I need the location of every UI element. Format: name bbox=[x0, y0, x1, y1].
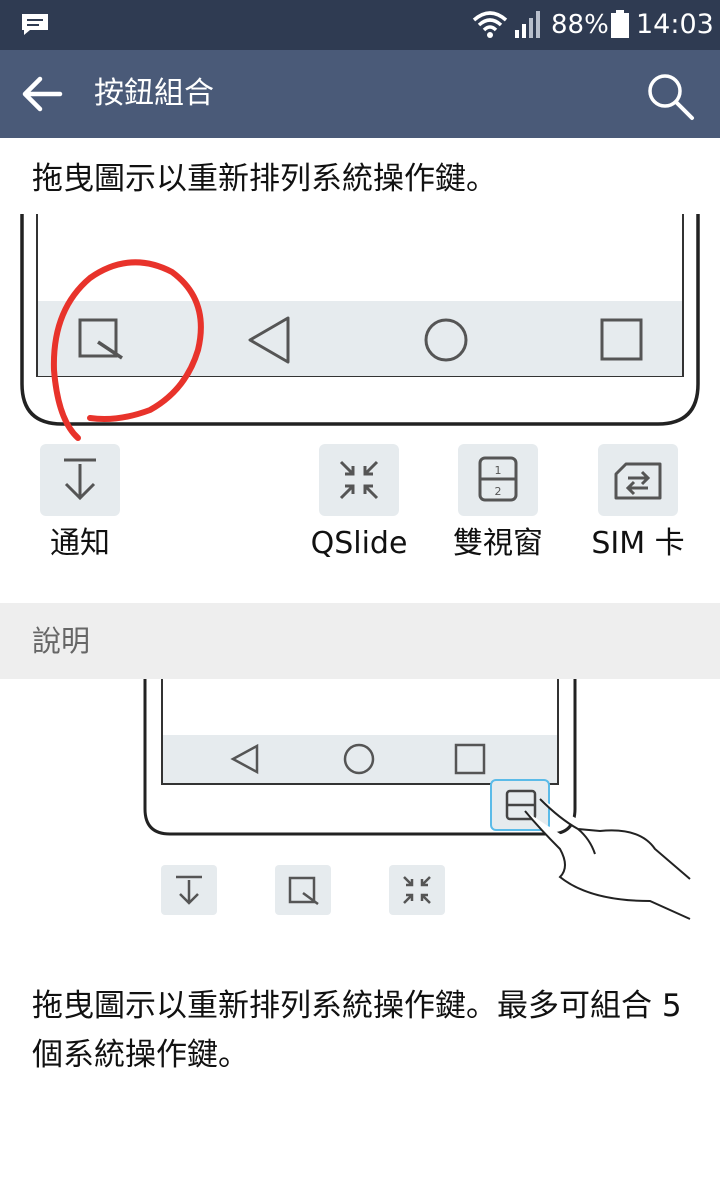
battery-percent: 88% bbox=[551, 10, 609, 40]
notification-key[interactable] bbox=[40, 444, 120, 516]
qslide-icon bbox=[339, 460, 379, 500]
intro-text: 拖曳圖示以重新排列系統操作鍵。 bbox=[32, 161, 497, 197]
sim-switch-label: SIM 卡 bbox=[591, 526, 685, 561]
page-title: 按鈕組合 bbox=[94, 76, 214, 111]
notification-label: 通知 bbox=[50, 526, 110, 561]
wifi-icon bbox=[472, 11, 508, 38]
section-header: 說明 bbox=[0, 603, 720, 679]
dual-window-label: 雙視窗 bbox=[453, 526, 543, 561]
app-bar: 按鈕組合 bbox=[0, 50, 720, 138]
sim-switch-icon bbox=[614, 462, 662, 500]
qslide-key[interactable] bbox=[319, 444, 399, 516]
svg-text:1: 1 bbox=[495, 464, 502, 477]
clock: 14:03 bbox=[636, 9, 714, 40]
section-title: 說明 bbox=[32, 624, 91, 658]
description-text: 拖曳圖示以重新排列系統操作鍵。最多可組合 5 個系統操作鍵。 bbox=[32, 988, 682, 1073]
dual-window-key[interactable]: 1 2 bbox=[458, 444, 538, 516]
svg-text:2: 2 bbox=[495, 485, 502, 498]
battery-icon bbox=[611, 10, 629, 38]
status-bar: 88% 14:03 bbox=[0, 0, 720, 50]
search-icon[interactable] bbox=[644, 70, 696, 122]
back-arrow-icon[interactable] bbox=[20, 74, 64, 114]
message-icon bbox=[22, 14, 48, 35]
download-arrow-icon bbox=[64, 458, 96, 501]
help-illustration bbox=[143, 679, 691, 920]
dual-window-icon: 1 2 bbox=[478, 456, 518, 502]
signal-icon bbox=[515, 11, 540, 38]
qslide-label: QSlide bbox=[310, 526, 408, 561]
nav-bar-preview bbox=[20, 214, 700, 426]
sim-switch-key[interactable] bbox=[598, 444, 678, 516]
